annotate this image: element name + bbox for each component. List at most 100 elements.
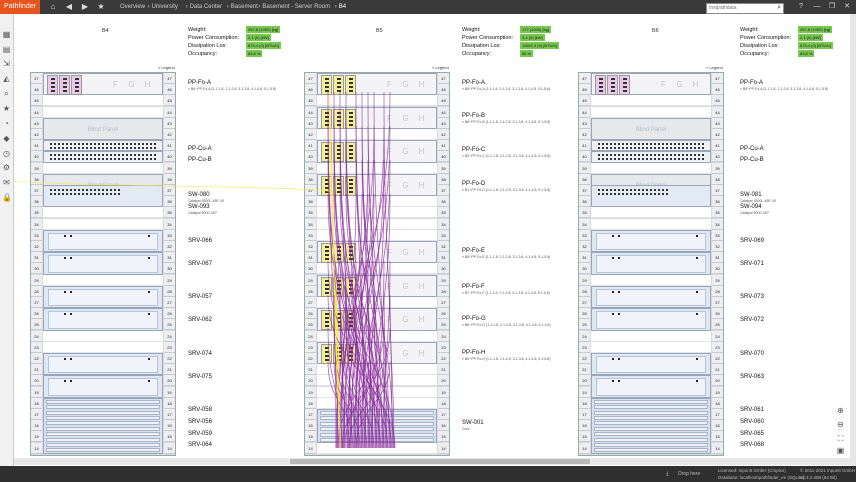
blade-slot[interactable] bbox=[320, 421, 434, 426]
empty-slot[interactable] bbox=[43, 218, 163, 230]
empty-slot[interactable] bbox=[591, 95, 711, 107]
help-button[interactable]: ? bbox=[796, 2, 806, 12]
fiber-port[interactable] bbox=[337, 313, 341, 316]
device-label[interactable]: SW-093 bbox=[188, 204, 210, 210]
fiber-port[interactable] bbox=[63, 78, 67, 80]
arrow-right-icon[interactable]: ▶ bbox=[80, 2, 90, 12]
vertical-scrollbar[interactable] bbox=[850, 14, 856, 466]
device-label[interactable]: SRV-067 bbox=[188, 261, 212, 267]
device-label[interactable]: SRV-062 bbox=[188, 317, 212, 323]
fiber-port[interactable] bbox=[325, 90, 329, 92]
server[interactable] bbox=[43, 353, 163, 376]
breadcrumb-item[interactable]: University bbox=[152, 0, 178, 14]
fiber-port[interactable] bbox=[325, 321, 329, 324]
export-icon[interactable]: ◭ bbox=[2, 74, 11, 83]
fiber-port[interactable] bbox=[337, 287, 341, 290]
device-label[interactable]: SRV-075 bbox=[188, 374, 212, 380]
blade-slot[interactable] bbox=[46, 399, 160, 404]
device-label[interactable]: SRV-073 bbox=[740, 294, 764, 300]
server[interactable] bbox=[591, 308, 711, 331]
patch-panel[interactable]: FGH bbox=[317, 73, 437, 96]
fiber-port[interactable] bbox=[349, 283, 353, 286]
port-row[interactable] bbox=[598, 189, 668, 191]
blade-slot[interactable] bbox=[594, 415, 708, 420]
fiber-port[interactable] bbox=[63, 82, 67, 84]
fiber-port[interactable] bbox=[51, 78, 55, 80]
empty-slot[interactable] bbox=[43, 341, 163, 353]
port-row[interactable] bbox=[50, 193, 120, 195]
fiber-port[interactable] bbox=[325, 115, 329, 118]
fiber-port[interactable] bbox=[337, 90, 341, 92]
device-label[interactable]: PP-Fo-A bbox=[462, 80, 485, 86]
layout-icon[interactable]: ▤ bbox=[2, 45, 11, 54]
fiber-cassette[interactable] bbox=[71, 75, 82, 95]
blade-slot[interactable] bbox=[320, 438, 434, 442]
export-image-icon[interactable]: ▣ bbox=[836, 446, 845, 455]
fiber-port[interactable] bbox=[325, 149, 329, 152]
blade-slot[interactable] bbox=[46, 421, 160, 426]
fiber-cassette[interactable] bbox=[333, 243, 344, 263]
fiber-port[interactable] bbox=[349, 279, 353, 282]
fiber-port[interactable] bbox=[337, 325, 341, 328]
fiber-port[interactable] bbox=[349, 111, 353, 114]
fiber-port[interactable] bbox=[337, 145, 341, 148]
blade-chassis[interactable] bbox=[43, 397, 163, 454]
device-label[interactable]: SRV-056 bbox=[188, 419, 212, 425]
device-label[interactable]: SRV-063 bbox=[740, 374, 764, 380]
fiber-cassette[interactable] bbox=[595, 75, 606, 95]
fiber-port[interactable] bbox=[349, 354, 353, 357]
fiber-port[interactable] bbox=[325, 287, 329, 290]
fiber-port[interactable] bbox=[337, 283, 341, 286]
lock-icon[interactable]: 🔒 bbox=[2, 193, 12, 202]
minimize-button[interactable]: — bbox=[812, 2, 822, 12]
fiber-port[interactable] bbox=[337, 190, 341, 193]
fiber-port[interactable] bbox=[599, 78, 603, 80]
fiber-port[interactable] bbox=[325, 254, 329, 256]
scrollbar-thumb[interactable] bbox=[290, 459, 590, 464]
fiber-port[interactable] bbox=[337, 250, 341, 252]
fiber-port[interactable] bbox=[611, 90, 615, 92]
dashboard-icon[interactable]: ▦ bbox=[2, 30, 11, 39]
fiber-port[interactable] bbox=[325, 283, 329, 286]
device-label[interactable]: SRV-074 bbox=[188, 351, 212, 357]
fiber-cassette[interactable] bbox=[345, 276, 356, 297]
patch-panel[interactable]: FGH bbox=[317, 173, 437, 197]
empty-slot[interactable] bbox=[591, 106, 711, 118]
fiber-cassette[interactable] bbox=[345, 75, 356, 95]
port-row[interactable] bbox=[50, 158, 158, 161]
device-label[interactable]: PP-Fo-C bbox=[462, 147, 485, 153]
fiber-port[interactable] bbox=[325, 86, 329, 88]
server[interactable] bbox=[591, 375, 711, 398]
blade-slot[interactable] bbox=[46, 415, 160, 420]
horizontal-scrollbar[interactable] bbox=[14, 458, 850, 465]
empty-slot[interactable] bbox=[591, 207, 711, 219]
fiber-port[interactable] bbox=[337, 354, 341, 357]
fiber-cassette[interactable] bbox=[607, 75, 618, 95]
port-row[interactable] bbox=[598, 147, 706, 150]
fiber-port[interactable] bbox=[325, 111, 329, 114]
device-label[interactable]: PP-Fo-G bbox=[462, 316, 486, 322]
empty-slot[interactable] bbox=[317, 229, 437, 241]
fiber-port[interactable] bbox=[337, 291, 341, 294]
fiber-port[interactable] bbox=[337, 86, 341, 88]
empty-slot[interactable] bbox=[591, 330, 711, 342]
empty-slot[interactable] bbox=[43, 274, 163, 286]
fiber-port[interactable] bbox=[623, 86, 627, 88]
copper-patch-panel[interactable] bbox=[43, 140, 163, 152]
fiber-port[interactable] bbox=[325, 178, 329, 181]
blade-slot[interactable] bbox=[594, 448, 708, 453]
fiber-port[interactable] bbox=[349, 250, 353, 252]
empty-slot[interactable] bbox=[317, 330, 437, 342]
history-icon[interactable]: ◷ bbox=[2, 149, 11, 158]
fiber-port[interactable] bbox=[325, 119, 329, 122]
fiber-port[interactable] bbox=[349, 90, 353, 92]
fiber-cassette[interactable] bbox=[321, 343, 332, 364]
fiber-cassette[interactable] bbox=[333, 175, 344, 196]
empty-slot[interactable] bbox=[317, 207, 437, 219]
device-label[interactable]: SRV-071 bbox=[740, 261, 764, 267]
fiber-port[interactable] bbox=[337, 358, 341, 361]
fiber-port[interactable] bbox=[349, 82, 353, 84]
fiber-port[interactable] bbox=[337, 157, 341, 160]
fiber-port[interactable] bbox=[75, 86, 79, 88]
empty-slot[interactable] bbox=[591, 341, 711, 353]
